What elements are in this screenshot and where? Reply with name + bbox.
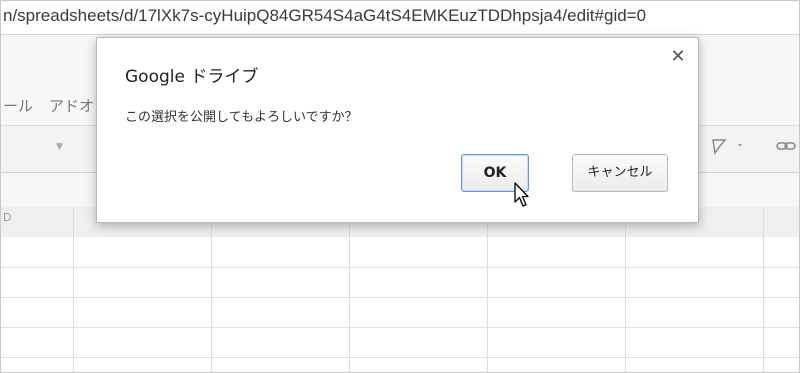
publish-confirm-dialog: Google ドライブ ✕ この選択を公開してもよろしいですか？ OK キャンセ… <box>96 37 699 223</box>
mouse-pointer-icon <box>514 182 530 212</box>
menu-item-addons[interactable]: アドオ <box>49 95 94 116</box>
link-icon[interactable] <box>776 137 799 159</box>
grid-row-line <box>1 327 799 328</box>
chevron-down-icon[interactable]: ▼ <box>56 142 63 152</box>
grid-column-line <box>763 207 764 372</box>
dialog-title: Google ドライブ <box>125 67 259 87</box>
browser-window: n/spreadsheets/d/17lXk7s-cyHuipQ84GR54S4… <box>0 0 800 373</box>
cancel-button[interactable]: キャンセル <box>572 154 668 192</box>
close-icon[interactable]: ✕ <box>667 46 689 68</box>
grid-column-line <box>349 207 350 372</box>
menu-item-tools[interactable]: ール <box>3 95 33 116</box>
grid-column-line <box>625 207 626 372</box>
column-header-d[interactable]: D <box>3 211 11 224</box>
address-bar[interactable]: n/spreadsheets/d/17lXk7s-cyHuipQ84GR54S4… <box>1 1 799 35</box>
grid-row-line <box>1 357 799 358</box>
grid-column-line <box>487 207 488 372</box>
fill-color-icon[interactable] <box>711 137 747 159</box>
grid-row-line <box>1 297 799 298</box>
dialog-message: この選択を公開してもよろしいですか？ <box>125 110 358 125</box>
grid-column-line <box>73 207 74 372</box>
cell-grid[interactable] <box>1 237 799 372</box>
grid-row-line <box>1 267 799 268</box>
url-text[interactable]: n/spreadsheets/d/17lXk7s-cyHuipQ84GR54S4… <box>3 6 646 26</box>
grid-column-line <box>211 207 212 372</box>
